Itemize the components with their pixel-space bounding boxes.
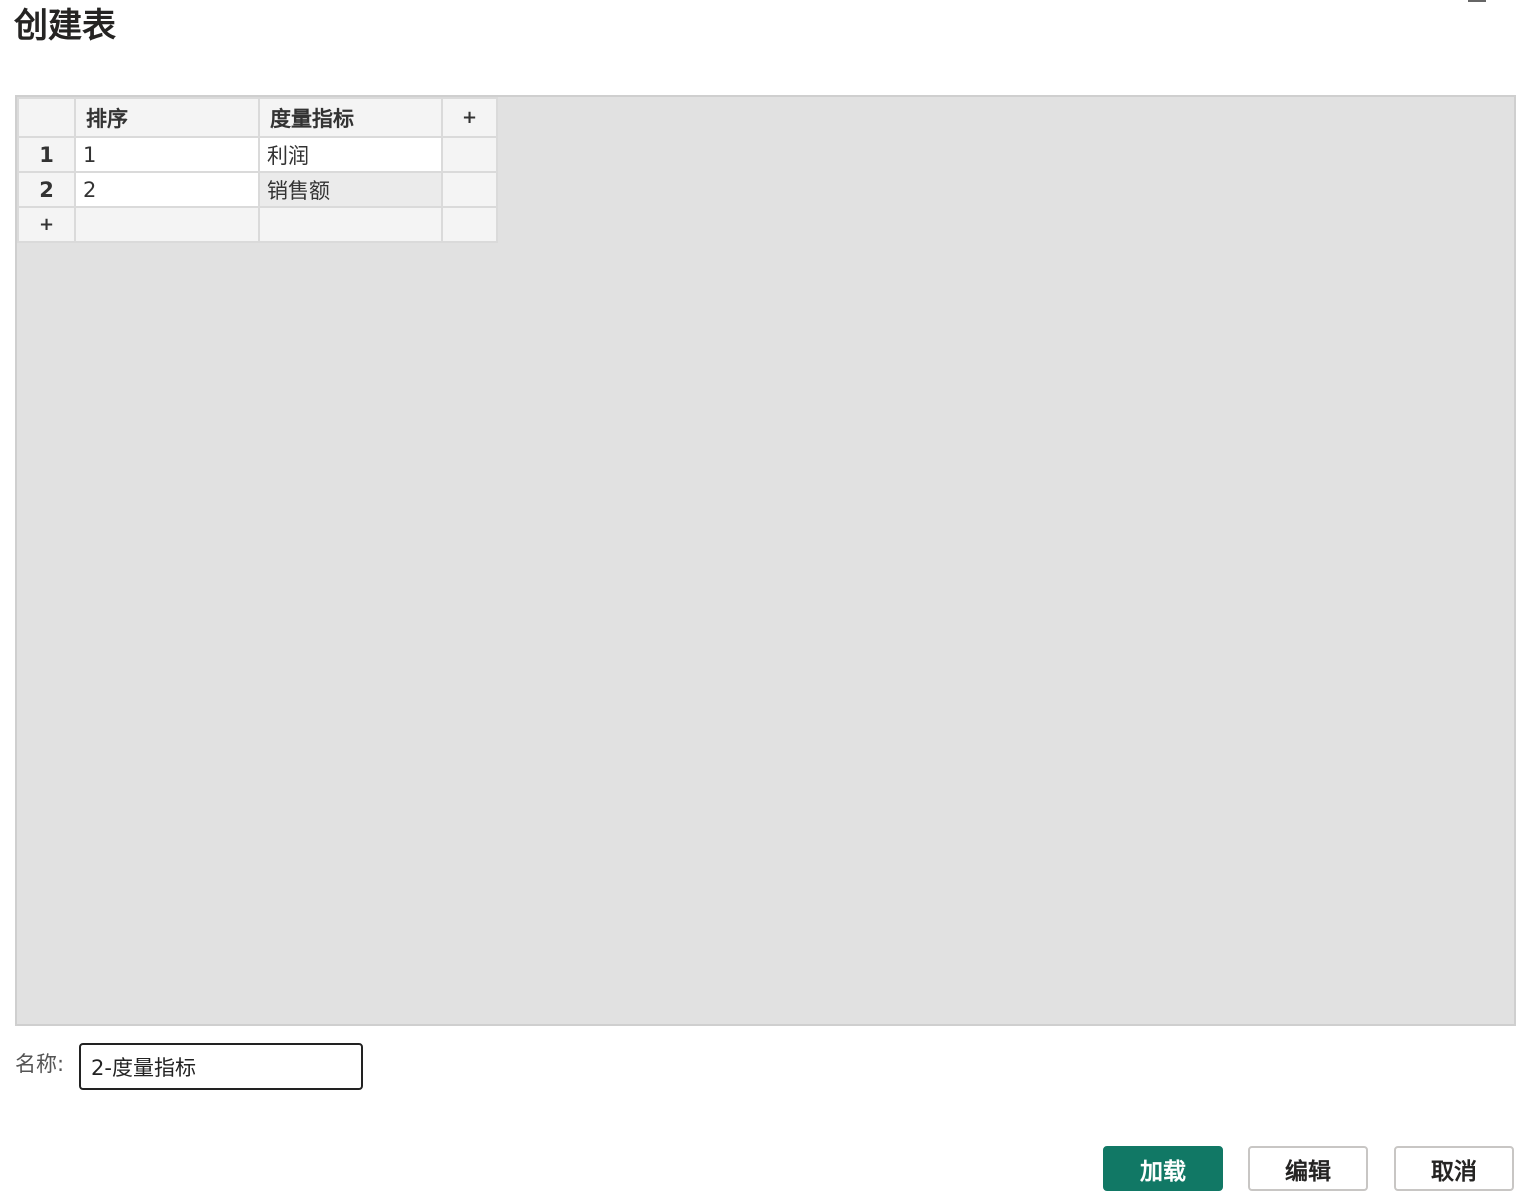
add-column-button[interactable]: + (441, 97, 498, 138)
cancel-button[interactable]: 取消 (1394, 1146, 1514, 1191)
table-row: 2 2 销售额 (17, 171, 498, 208)
empty-cell (441, 136, 498, 173)
name-label: 名称: (15, 1052, 65, 1076)
empty-cell (258, 206, 443, 243)
row-number[interactable]: 1 (17, 136, 76, 173)
table-editor-area: 排序 度量指标 + 1 1 利润 2 2 销售额 + (15, 95, 1516, 1026)
data-grid: 排序 度量指标 + 1 1 利润 2 2 销售额 + (17, 97, 498, 243)
empty-cell (74, 206, 260, 243)
column-header-sort[interactable]: 排序 (74, 97, 260, 138)
name-input[interactable] (79, 1043, 363, 1090)
load-button[interactable]: 加载 (1103, 1146, 1223, 1191)
column-header-measure[interactable]: 度量指标 (258, 97, 443, 138)
dialog-title: 创建表 (14, 6, 116, 46)
create-table-dialog: 创建表 排序 度量指标 + 1 1 利润 2 2 销售额 + 名称: 2-度量指… (0, 0, 1524, 1191)
table-cell[interactable]: 1 (74, 136, 260, 173)
empty-cell (441, 171, 498, 208)
table-cell[interactable]: 2 (74, 171, 260, 208)
header-row: 排序 度量指标 + (17, 97, 498, 138)
corner-cell (17, 97, 76, 138)
minimize-icon[interactable] (1468, 0, 1486, 2)
table-cell[interactable]: 利润 (258, 136, 443, 173)
add-row: + (17, 206, 498, 243)
add-row-button[interactable]: + (17, 206, 76, 243)
table-row: 1 1 利润 (17, 136, 498, 173)
table-cell[interactable]: 销售额 (258, 171, 443, 208)
row-number[interactable]: 2 (17, 171, 76, 208)
empty-cell (441, 206, 498, 243)
edit-button[interactable]: 编辑 (1248, 1146, 1368, 1191)
